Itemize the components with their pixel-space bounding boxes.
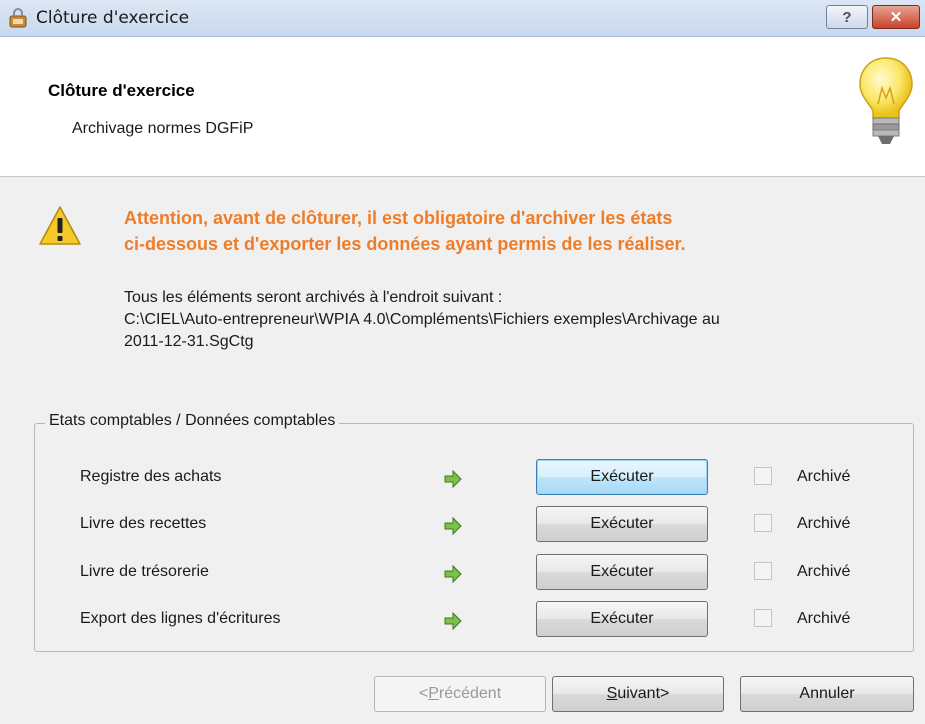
next-mnemonic: S — [606, 685, 618, 702]
window-title: Clôture d'exercice — [36, 8, 190, 28]
arrow-right-icon — [444, 516, 462, 536]
page-subtitle: Archivage normes DGFiP — [72, 120, 254, 137]
warning-line-2: ci-dessous et d'exporter les données aya… — [124, 234, 686, 254]
row-livre-recettes: Livre des recettes Exécuter Archivé — [0, 506, 925, 546]
groupbox-label: Etats comptables / Données comptables — [45, 412, 340, 430]
archived-label: Archivé — [797, 610, 851, 627]
dialog-window: Clôture d'exercice ? ✕ Clôture d'exercic… — [0, 0, 925, 724]
arrow-right-icon — [444, 611, 462, 631]
archived-checkbox[interactable] — [754, 514, 772, 532]
archived-checkbox[interactable] — [754, 562, 772, 580]
warning-line-1: Attention, avant de clôturer, il est obl… — [124, 208, 673, 228]
archived-label: Archivé — [797, 563, 851, 580]
row-registre-achats: Registre des achats Exécuter Archivé — [0, 459, 925, 499]
execute-button[interactable]: Exécuter — [536, 554, 708, 590]
previous-rest: récédent — [438, 685, 502, 702]
execute-button[interactable]: Exécuter — [536, 601, 708, 637]
archived-label: Archivé — [797, 468, 851, 485]
archive-path: C:\CIEL\Auto-entrepreneur\WPIA 4.0\Compl… — [124, 311, 720, 328]
lightbulb-icon — [859, 57, 913, 144]
archived-checkbox[interactable] — [754, 609, 772, 627]
archive-filename: 2011-12-31.SgCtg — [124, 333, 254, 350]
row-livre-tresorerie: Livre de trésorerie Exécuter Archivé — [0, 554, 925, 594]
arrow-right-icon — [444, 564, 462, 584]
archived-label: Archivé — [797, 515, 851, 532]
warning-triangle-icon — [39, 206, 81, 245]
app-lock-icon — [9, 8, 27, 28]
archived-checkbox[interactable] — [754, 467, 772, 485]
execute-button[interactable]: Exécuter — [536, 459, 708, 495]
previous-mnemonic: P — [428, 685, 439, 702]
row-label: Export des lignes d'écritures — [80, 610, 281, 627]
row-label: Registre des achats — [80, 468, 222, 485]
previous-prefix: < — [418, 685, 429, 702]
next-suffix: > — [660, 685, 670, 702]
execute-button[interactable]: Exécuter — [536, 506, 708, 542]
warning-message: Attention, avant de clôturer, il est obl… — [124, 205, 884, 257]
info-line-1: Tous les éléments seront archivés à l'en… — [124, 289, 503, 306]
row-label: Livre des recettes — [80, 515, 207, 532]
row-label: Livre de trésorerie — [80, 563, 209, 580]
help-button[interactable]: ? — [826, 5, 868, 29]
page-title: Clôture d'exercice — [48, 81, 195, 100]
next-button[interactable]: Suivant > — [552, 676, 724, 712]
title-bar: Clôture d'exercice ? ✕ — [0, 0, 925, 37]
archive-location-info: Tous les éléments seront archivés à l'en… — [124, 287, 914, 353]
wizard-header: Clôture d'exercice Archivage normes DGFi… — [0, 37, 925, 177]
arrow-right-icon — [444, 469, 462, 489]
close-button[interactable]: ✕ — [872, 5, 920, 29]
next-rest: uivant — [617, 685, 661, 702]
previous-button[interactable]: < Précédent — [374, 676, 546, 712]
row-export-ecritures: Export des lignes d'écritures Exécuter A… — [0, 601, 925, 641]
cancel-button[interactable]: Annuler — [740, 676, 914, 712]
